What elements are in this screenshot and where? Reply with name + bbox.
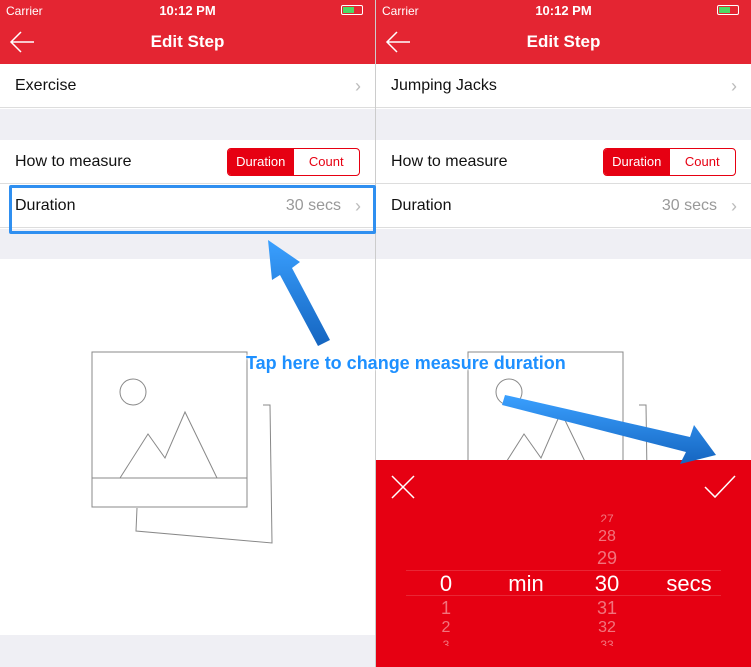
arrow-right-icon	[502, 395, 716, 464]
arrow-up-icon	[268, 240, 330, 346]
annotation-arrows	[268, 240, 716, 464]
annotation-callout: Tap here to change measure duration	[246, 353, 566, 373]
